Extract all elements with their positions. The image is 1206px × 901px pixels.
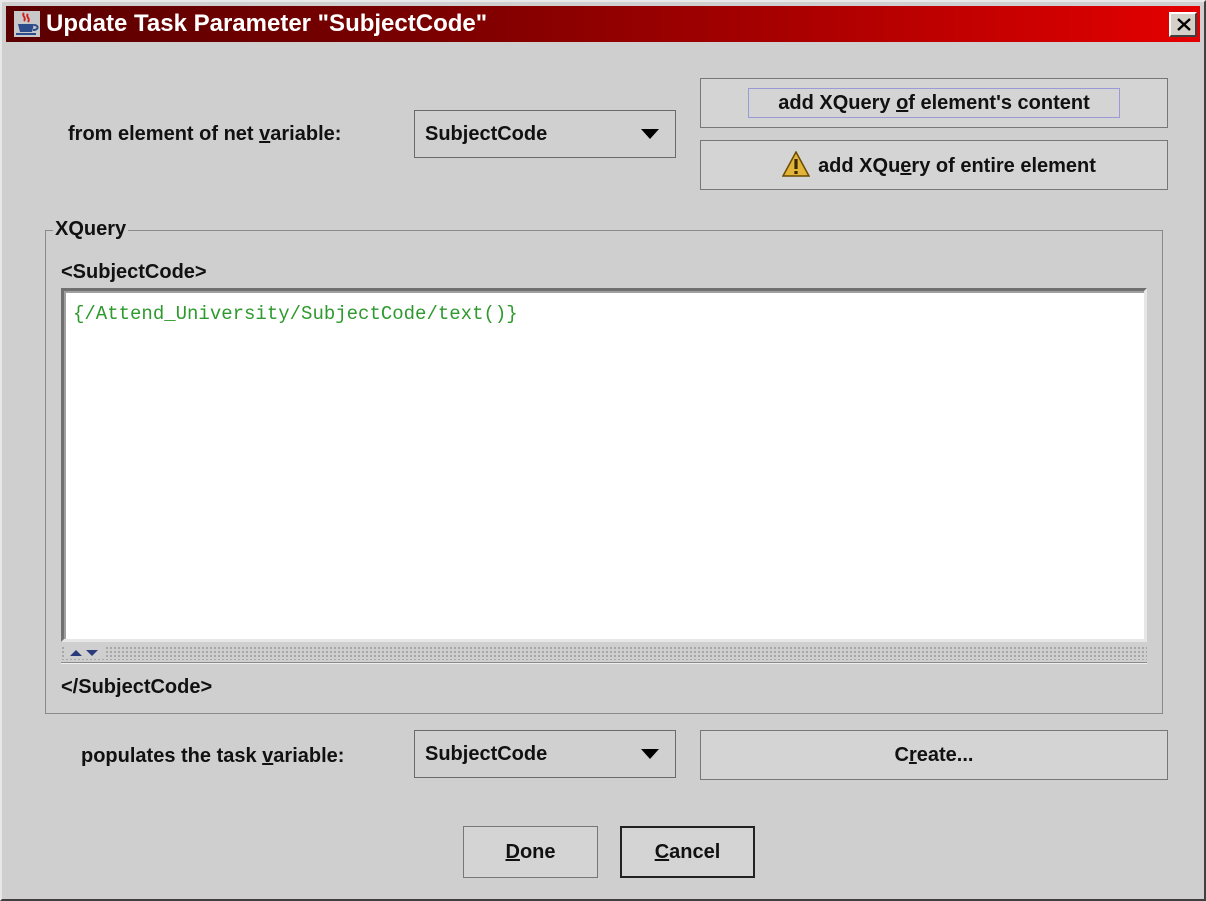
close-icon: [1177, 18, 1191, 31]
target-variable-select[interactable]: SubjectCode: [414, 730, 676, 778]
xquery-group-title: XQuery: [53, 217, 129, 241]
close-button[interactable]: [1169, 12, 1197, 37]
title-bar[interactable]: Update Task Parameter "SubjectCode": [6, 6, 1200, 42]
cancel-button[interactable]: Cancel: [620, 826, 755, 878]
source-variable-label: from element of net variable:: [68, 123, 342, 145]
target-variable-label: populates the task variable:: [81, 745, 345, 767]
dropdown-arrow-icon: [641, 749, 659, 759]
expand-up-icon[interactable]: [70, 650, 82, 656]
source-variable-value: SubjectCode: [425, 123, 548, 145]
java-cup-icon: [14, 11, 40, 37]
collapse-down-icon[interactable]: [86, 650, 98, 656]
split-pane-divider[interactable]: [61, 646, 1147, 660]
separator: [61, 662, 1147, 664]
split-arrows[interactable]: [66, 645, 106, 659]
xquery-close-tag: </SubjectCode>: [61, 676, 213, 698]
source-variable-select[interactable]: SubjectCode: [414, 110, 676, 158]
add-content-xquery-button[interactable]: add XQuery of element's content: [700, 78, 1168, 128]
xquery-editor[interactable]: {/Attend_University/SubjectCode/text()}: [61, 288, 1147, 642]
dropdown-arrow-icon: [641, 129, 659, 139]
create-button[interactable]: Create...: [700, 730, 1168, 780]
dialog-window: Update Task Parameter "SubjectCode" from…: [0, 0, 1206, 901]
warning-icon: [781, 150, 811, 177]
xquery-open-tag: <SubjectCode>: [61, 261, 207, 283]
add-entire-element-xquery-button[interactable]: add XQuery of entire element: [700, 140, 1168, 190]
xquery-expression: {/Attend_University/SubjectCode/text()}: [73, 303, 518, 325]
window-title: Update Task Parameter "SubjectCode": [46, 10, 488, 37]
target-variable-value: SubjectCode: [425, 743, 548, 765]
done-button[interactable]: Done: [463, 826, 598, 878]
